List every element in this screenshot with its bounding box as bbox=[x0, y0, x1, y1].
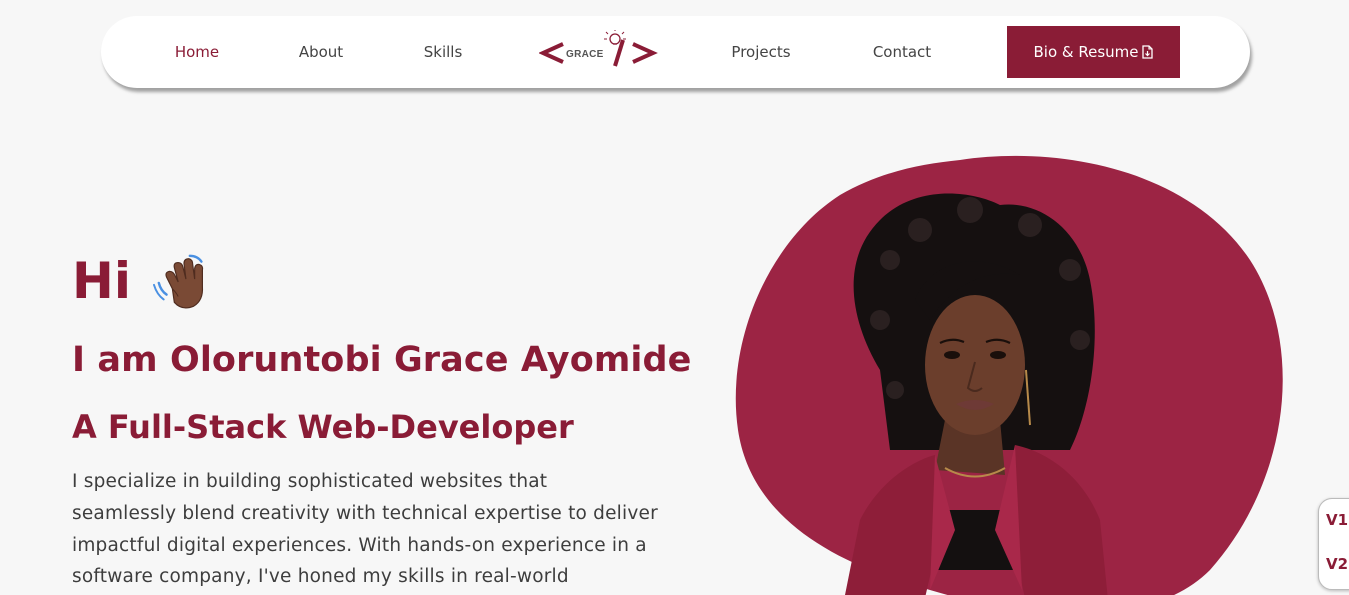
hero-role: A Full-Stack Web-Developer bbox=[72, 408, 574, 446]
nav-home[interactable]: Home bbox=[175, 16, 219, 88]
nav-projects[interactable]: Projects bbox=[731, 16, 790, 88]
version-v2-button[interactable]: V2 bbox=[1323, 555, 1349, 573]
greeting: Hi bbox=[72, 250, 215, 312]
nav-skills[interactable]: Skills bbox=[424, 16, 463, 88]
waving-hand-icon bbox=[152, 254, 204, 309]
version-switch: V1 V2 bbox=[1318, 498, 1349, 590]
portrait-photo bbox=[735, 155, 1283, 595]
navbar: Home About Skills GRACE Projects Contact… bbox=[101, 16, 1250, 88]
description-line: impactful digital experiences. With hand… bbox=[72, 534, 647, 556]
hero-description: I specialize in building sophisticated w… bbox=[72, 466, 712, 593]
site-logo[interactable]: GRACE bbox=[538, 28, 659, 74]
logo-text: GRACE bbox=[566, 49, 604, 60]
file-download-icon bbox=[1141, 45, 1153, 59]
description-line: I specialize in building sophisticated w… bbox=[72, 471, 548, 492]
bio-resume-button[interactable]: Bio & Resume bbox=[1007, 26, 1180, 78]
version-v1-button[interactable]: V1 bbox=[1323, 511, 1349, 529]
nav-contact[interactable]: Contact bbox=[873, 16, 931, 88]
hero-name: I am Oloruntobi Grace Ayomide bbox=[72, 340, 692, 380]
nav-about[interactable]: About bbox=[299, 16, 343, 88]
page: Home About Skills GRACE Projects Contact… bbox=[0, 0, 1349, 595]
bio-resume-label: Bio & Resume bbox=[1033, 43, 1139, 61]
description-line: software company, I've honed my skills i… bbox=[72, 566, 569, 588]
description-line: seamlessly blend creativity with technic… bbox=[72, 502, 658, 524]
greeting-text: Hi bbox=[72, 252, 131, 310]
